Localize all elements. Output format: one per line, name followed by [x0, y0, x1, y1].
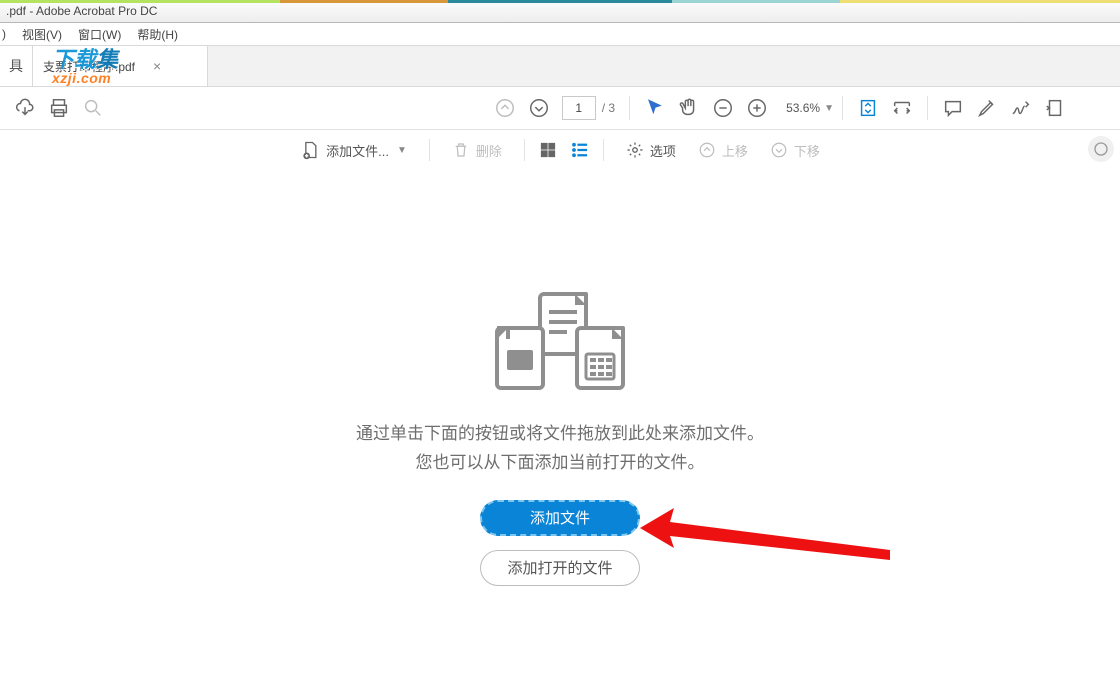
zoom-out-icon[interactable]	[706, 91, 740, 125]
highlight-icon[interactable]	[970, 91, 1004, 125]
tab-tools[interactable]: 具	[0, 46, 33, 86]
move-up-button: 上移	[688, 137, 758, 164]
close-icon[interactable]: ×	[153, 58, 161, 74]
delete-button: 删除	[442, 137, 512, 164]
files-illustration-icon	[356, 288, 764, 398]
chevron-down-icon: ▼	[824, 103, 834, 114]
main-toolbar: / 3 53.6% ▼	[0, 87, 1120, 130]
add-files-button[interactable]: 添加文件... ▼	[290, 136, 417, 164]
chevron-down-icon: ▼	[397, 145, 407, 156]
menu-bar: ) 视图(V) 窗口(W) 帮助(H)	[0, 23, 1120, 46]
select-tool-icon[interactable]	[638, 91, 672, 125]
menu-item-view[interactable]: 视图(V)	[14, 26, 70, 43]
menu-item-help[interactable]: 帮助(H)	[129, 26, 186, 43]
save-cloud-icon[interactable]	[8, 91, 42, 125]
add-files-primary-button[interactable]: 添加文件	[480, 500, 640, 536]
comment-icon[interactable]	[936, 91, 970, 125]
search-icon[interactable]	[76, 91, 110, 125]
view-toggle	[537, 139, 591, 161]
fit-page-icon[interactable]	[851, 91, 885, 125]
signature-icon[interactable]	[1004, 91, 1038, 125]
panel-collapse-button[interactable]	[1088, 136, 1114, 162]
page-up-icon[interactable]	[488, 91, 522, 125]
page-down-icon[interactable]	[522, 91, 556, 125]
page-total: / 3	[602, 101, 615, 115]
grid-view-icon[interactable]	[537, 139, 559, 161]
move-down-button: 下移	[760, 137, 830, 164]
empty-state: 通过单击下面的按钮或将文件拖放到此处来添加文件。 您也可以从下面添加当前打开的文…	[356, 288, 764, 586]
window-title: .pdf - Adobe Acrobat Pro DC	[6, 4, 157, 18]
drop-area[interactable]: 通过单击下面的按钮或将文件拖放到此处来添加文件。 您也可以从下面添加当前打开的文…	[0, 168, 1120, 700]
options-button[interactable]: 选项	[616, 137, 686, 164]
add-open-files-button[interactable]: 添加打开的文件	[480, 550, 640, 586]
empty-text-2: 您也可以从下面添加当前打开的文件。	[356, 449, 764, 478]
print-icon[interactable]	[42, 91, 76, 125]
zoom-select[interactable]: 53.6% ▼	[778, 101, 834, 115]
empty-text-1: 通过单击下面的按钮或将文件拖放到此处来添加文件。	[356, 420, 764, 449]
tab-bar: 具 支票打印程序.pdf ×	[0, 46, 1120, 87]
fit-width-icon[interactable]	[885, 91, 919, 125]
zoom-in-icon[interactable]	[740, 91, 774, 125]
menu-item-truncated[interactable]: )	[0, 27, 14, 41]
title-bar: .pdf - Adobe Acrobat Pro DC	[0, 0, 1120, 23]
page-indicator: / 3	[562, 96, 615, 120]
tab-filename: 支票打印程序.pdf	[43, 58, 135, 75]
combine-toolbar: 添加文件... ▼ 删除 选项 上移 下移	[0, 130, 1120, 171]
more-tools-icon[interactable]	[1038, 91, 1072, 125]
hand-tool-icon[interactable]	[672, 91, 706, 125]
tab-document[interactable]: 支票打印程序.pdf ×	[33, 46, 208, 86]
menu-item-window[interactable]: 窗口(W)	[70, 26, 129, 43]
page-current-input[interactable]	[562, 96, 596, 120]
list-view-icon[interactable]	[569, 139, 591, 161]
